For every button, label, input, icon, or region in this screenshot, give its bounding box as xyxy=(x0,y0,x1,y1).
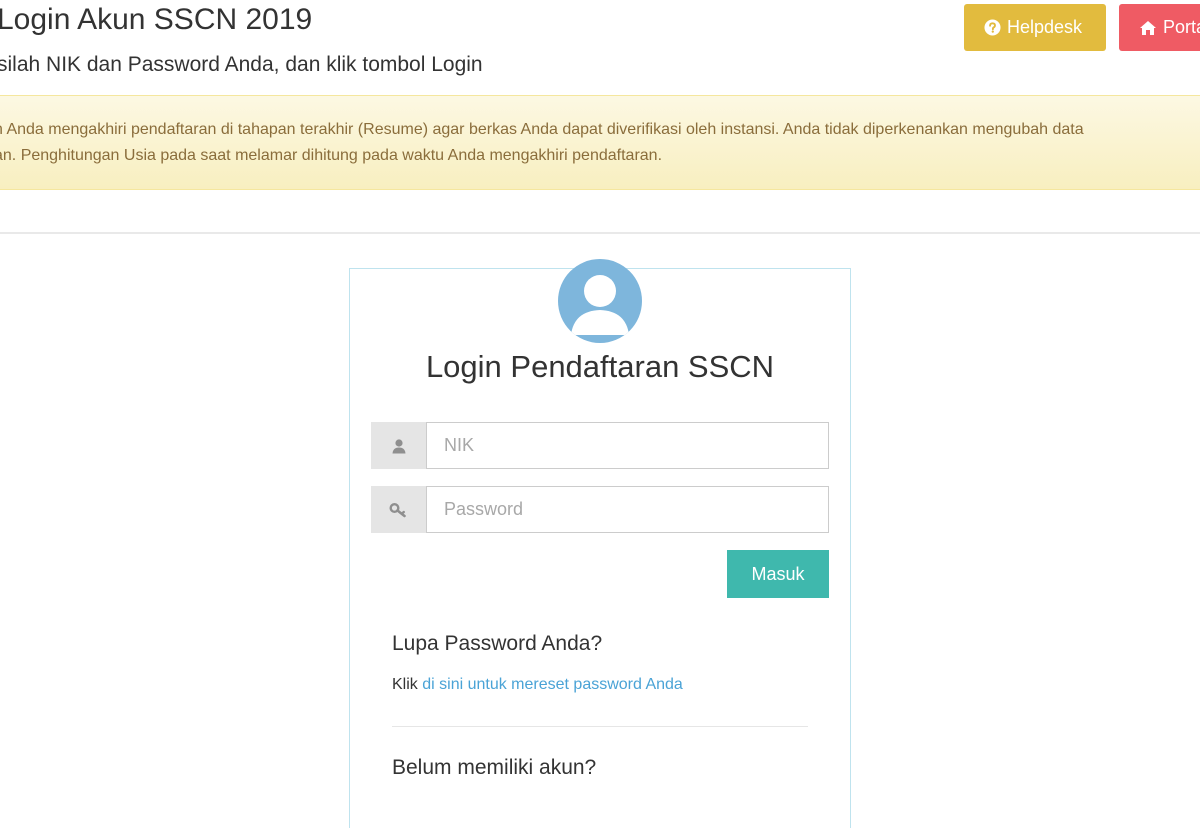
nik-input[interactable] xyxy=(426,422,829,469)
forgot-password-heading: Lupa Password Anda? xyxy=(392,632,603,655)
portal-label: Portal xyxy=(1163,17,1200,37)
panel-divider xyxy=(392,726,808,727)
portal-button[interactable]: Portal xyxy=(1119,4,1200,51)
user-icon xyxy=(371,422,426,469)
header-divider xyxy=(0,232,1200,234)
helpdesk-label: Helpdesk xyxy=(1007,17,1083,37)
reset-password-link[interactable]: di sini untuk mereset password Anda xyxy=(422,676,683,693)
forgot-password-prefix: Klik xyxy=(392,676,418,693)
forgot-password-text: Klik di sini untuk mereset password Anda xyxy=(392,676,683,694)
page-subtitle: silah NIK dan Password Anda, dan klik to… xyxy=(0,53,483,76)
key-icon xyxy=(371,486,426,533)
warning-alert: n Anda mengakhiri pendaftaran di tahapan… xyxy=(0,95,1200,190)
home-icon xyxy=(1139,20,1157,36)
nik-input-group xyxy=(371,422,829,469)
password-input[interactable] xyxy=(426,486,829,533)
login-submit-button[interactable]: Masuk xyxy=(727,550,829,598)
alert-text-line-1: n Anda mengakhiri pendaftaran di tahapan… xyxy=(0,121,1084,138)
question-circle-icon xyxy=(984,19,1001,36)
user-avatar-icon xyxy=(558,259,642,343)
alert-text-line-2: an. Penghitungan Usia pada saat melamar … xyxy=(0,147,663,164)
helpdesk-button[interactable]: Helpdesk xyxy=(964,4,1106,51)
password-input-group xyxy=(371,486,829,533)
register-heading: Belum memiliki akun? xyxy=(392,756,597,779)
login-title: Login Pendaftaran SSCN xyxy=(425,349,775,384)
page-title: Login Akun SSCN 2019 xyxy=(0,3,313,36)
